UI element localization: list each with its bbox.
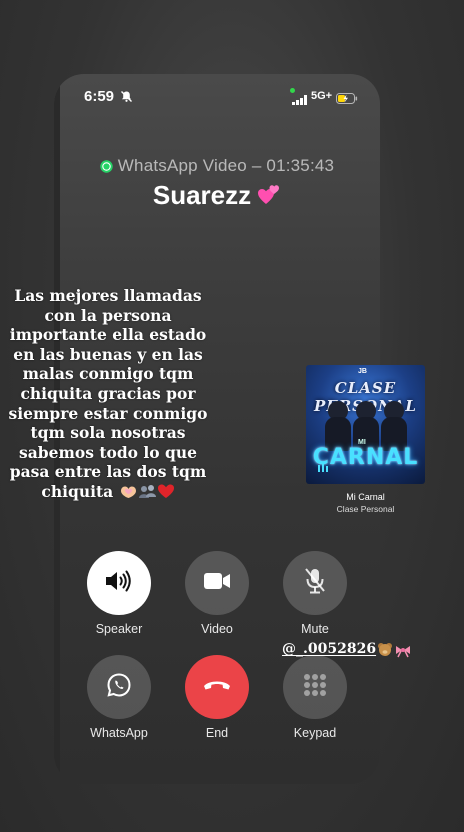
video-label: Video bbox=[201, 622, 233, 636]
heart-hands-icon bbox=[120, 484, 174, 498]
keypad-label: Keypad bbox=[293, 726, 337, 740]
music-sticker-album-art[interactable]: JB CLASE PERSONAL MI CARNAL bbox=[306, 365, 425, 484]
whatsapp-icon bbox=[106, 672, 132, 703]
battery-charging-icon bbox=[336, 91, 358, 109]
caller-name: Suarezz bbox=[54, 180, 380, 214]
signal-bars-icon bbox=[292, 92, 308, 110]
microphone-off-icon bbox=[304, 567, 326, 600]
speaker-button[interactable] bbox=[87, 551, 151, 615]
whatsapp-label: WhatsApp bbox=[90, 726, 148, 740]
call-type-label: WhatsApp Video – 01:35:43 bbox=[54, 156, 380, 178]
end-label: End bbox=[205, 726, 229, 740]
mute-button[interactable] bbox=[283, 551, 347, 615]
mention-sticker[interactable]: @_.0052826 bbox=[282, 641, 376, 657]
video-camera-icon bbox=[203, 571, 231, 596]
story-caption-text: Las mejores llamadas con la persona impo… bbox=[8, 286, 208, 501]
network-type: 5G+ bbox=[311, 90, 333, 102]
caller-name-text: Suarezz bbox=[152, 180, 252, 210]
red-heart-icon bbox=[157, 484, 174, 498]
silent-bell-icon bbox=[120, 90, 133, 108]
teddy-bear-and-bow-icon bbox=[377, 642, 411, 663]
people-icon bbox=[138, 484, 156, 498]
audio-bars-icon bbox=[318, 459, 330, 477]
two-hearts-icon bbox=[257, 183, 281, 214]
whatsapp-small-icon bbox=[100, 158, 113, 178]
mute-label: Mute bbox=[301, 622, 329, 636]
video-button[interactable] bbox=[185, 551, 249, 615]
story-caption: Las mejores llamadas con la persona impo… bbox=[8, 286, 208, 504]
song-title: Mi Carnal bbox=[346, 492, 385, 502]
keypad-icon bbox=[302, 672, 328, 703]
end-call-button[interactable] bbox=[185, 655, 249, 719]
hang-up-icon bbox=[202, 678, 232, 697]
speaker-label: Speaker bbox=[95, 622, 143, 636]
keypad-button[interactable] bbox=[283, 655, 347, 719]
status-time: 6:59 bbox=[84, 88, 115, 105]
status-bar: 6:59 5G+ bbox=[54, 84, 380, 108]
album-logo: JB bbox=[358, 368, 367, 375]
whatsapp-button[interactable] bbox=[87, 655, 151, 719]
caption-emojis bbox=[119, 483, 175, 504]
speaker-icon bbox=[104, 569, 134, 598]
call-duration-text: WhatsApp Video – 01:35:43 bbox=[117, 156, 335, 175]
song-artist: Clase Personal bbox=[336, 504, 395, 514]
